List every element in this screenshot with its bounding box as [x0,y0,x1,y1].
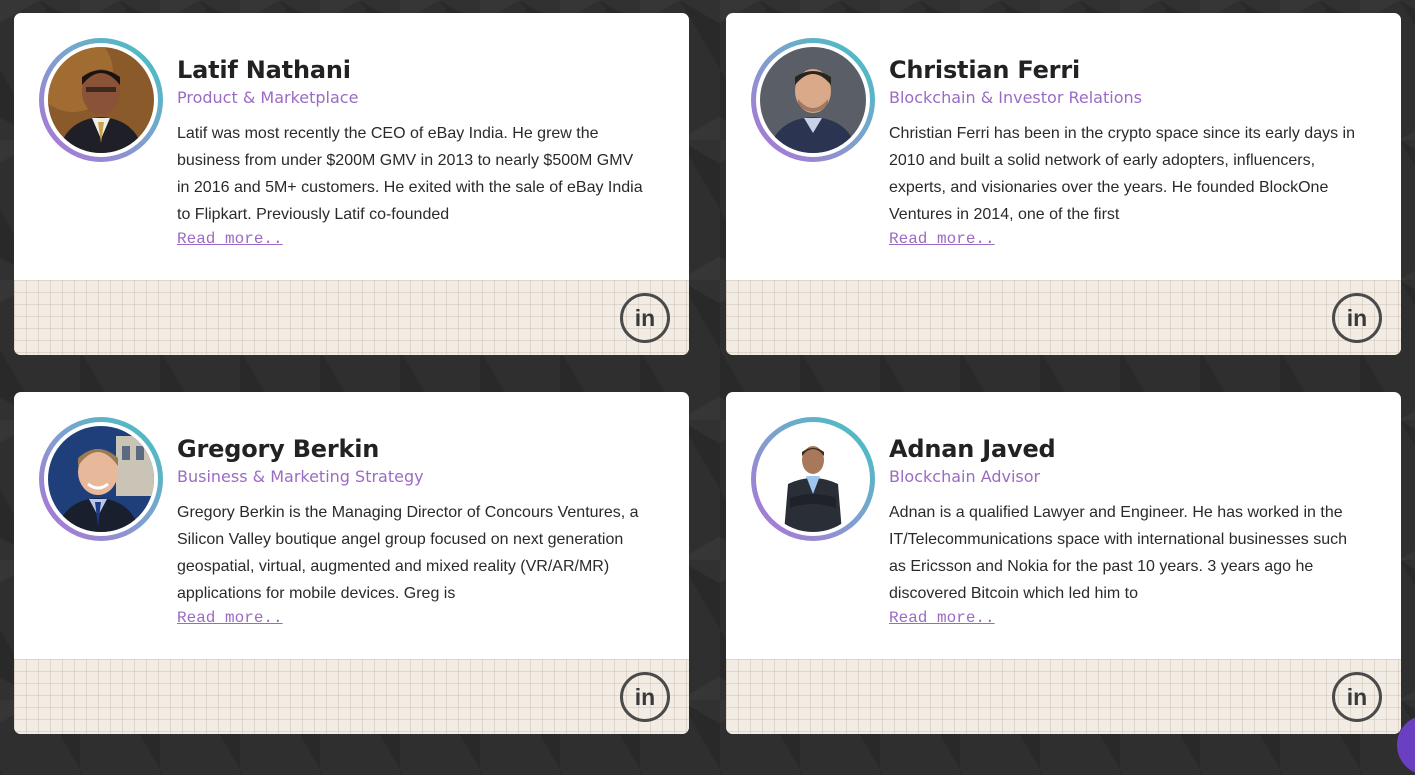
read-more-link[interactable]: Read more.. [889,609,995,627]
card-footer: in [726,659,1401,734]
linkedin-icon[interactable]: in [1332,672,1382,722]
avatar-photo [760,47,866,153]
member-role: Product & Marketplace [177,88,359,107]
read-more-link[interactable]: Read more.. [889,230,995,248]
team-card-gregory-berkin: Gregory Berkin Business & Marketing Stra… [14,392,689,734]
avatar-ring [39,417,163,541]
read-more-link[interactable]: Read more.. [177,230,283,248]
member-role: Blockchain & Investor Relations [889,88,1142,107]
avatar-ring [39,38,163,162]
team-card-adnan-javed: Adnan Javed Blockchain Advisor Adnan is … [726,392,1401,734]
team-card-latif-nathani: Latif Nathani Product & Marketplace Lati… [14,13,689,355]
member-name: Adnan Javed [889,435,1056,463]
member-name: Christian Ferri [889,56,1080,84]
avatar-photo [760,426,866,532]
member-bio: Latif was most recently the CEO of eBay … [177,125,643,223]
member-bio: Gregory Berkin is the Managing Director … [177,504,639,602]
member-name: Gregory Berkin [177,435,380,463]
card-footer: in [14,280,689,355]
avatar-ring [751,417,875,541]
card-footer: in [726,280,1401,355]
avatar-ring [751,38,875,162]
avatar-photo [48,47,154,153]
member-bio: Christian Ferri has been in the crypto s… [889,125,1355,223]
team-card-christian-ferri: Christian Ferri Blockchain & Investor Re… [726,13,1401,355]
linkedin-icon[interactable]: in [620,293,670,343]
card-footer: in [14,659,689,734]
member-name: Latif Nathani [177,56,351,84]
member-role: Blockchain Advisor [889,467,1041,486]
read-more-link[interactable]: Read more.. [177,609,283,627]
linkedin-icon[interactable]: in [1332,293,1382,343]
member-bio: Adnan is a qualified Lawyer and Engineer… [889,504,1348,602]
member-role: Business & Marketing Strategy [177,467,424,486]
avatar-photo [48,426,154,532]
linkedin-icon[interactable]: in [620,672,670,722]
